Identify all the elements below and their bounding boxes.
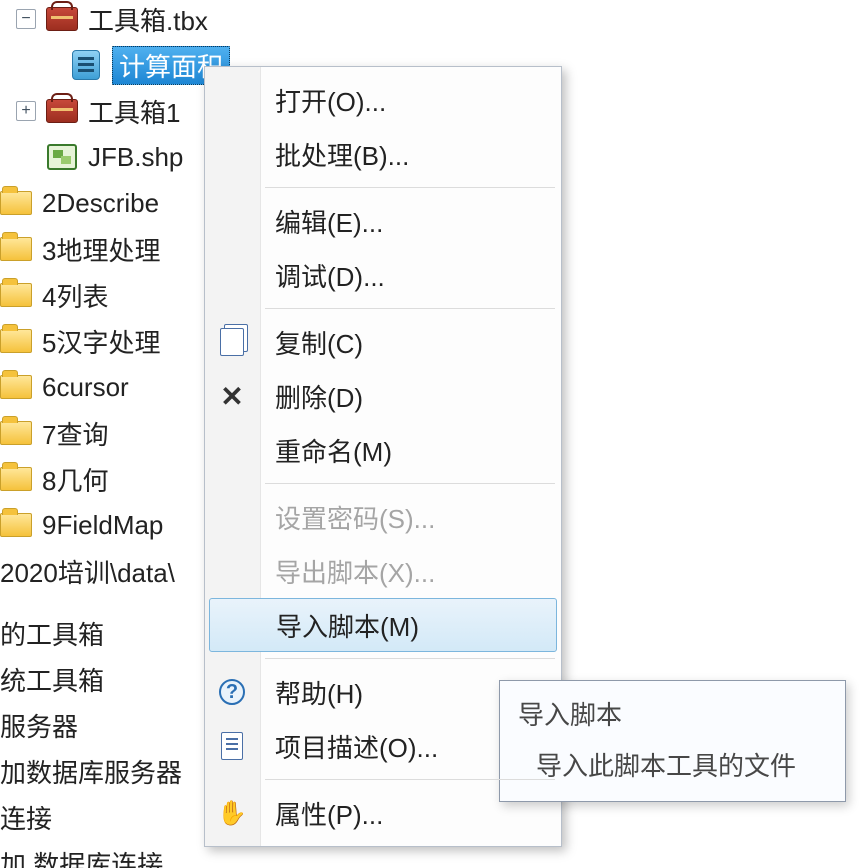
tree-label: 服务器: [0, 707, 78, 744]
menu-separator: [265, 187, 555, 188]
toolbox-icon: [46, 97, 78, 125]
menu-item-set-password: 设置密码(S)...: [205, 490, 561, 544]
copy-icon: [217, 327, 247, 357]
expander-minus-icon[interactable]: −: [16, 9, 36, 29]
menu-label: 属性(P)...: [275, 795, 383, 832]
tree-label: 8几何: [42, 461, 108, 498]
tree-label: 2Describe: [42, 188, 159, 219]
folder-icon: [0, 419, 32, 447]
menu-label: 导入脚本(M): [276, 607, 419, 644]
folder-icon: [0, 511, 32, 539]
menu-label: 打开(O)...: [275, 82, 386, 119]
menu-label: 项目描述(O)...: [275, 728, 438, 765]
menu-label: 重命名(M): [275, 432, 392, 469]
menu-label: 删除(D): [275, 378, 363, 415]
expander-plus-icon[interactable]: +: [16, 101, 36, 121]
tree-label: 3地理处理: [42, 231, 160, 268]
tree-label: 工具箱1: [88, 93, 180, 130]
tree-row-toolbox-root[interactable]: − 工具箱.tbx: [0, 0, 862, 42]
toolbox-icon: [46, 5, 78, 33]
folder-icon: [0, 327, 32, 355]
menu-item-batch[interactable]: 批处理(B)...: [205, 127, 561, 181]
menu-item-copy[interactable]: 复制(C): [205, 315, 561, 369]
properties-icon: ✋: [217, 798, 247, 828]
menu-label: 编辑(E)...: [275, 203, 383, 240]
menu-separator: [265, 308, 555, 309]
tree-label: 的工具箱: [0, 615, 104, 652]
folder-icon: [0, 189, 32, 217]
tree-label: JFB.shp: [88, 142, 183, 173]
menu-label: 设置密码(S)...: [275, 499, 435, 536]
tree-label: 统工具箱: [0, 661, 104, 698]
help-icon: ?: [217, 677, 247, 707]
spacer: [16, 147, 36, 167]
menu-item-rename[interactable]: 重命名(M): [205, 423, 561, 477]
tree-label: 6cursor: [42, 372, 129, 403]
tooltip-title: 导入脚本: [518, 695, 827, 732]
folder-icon: [0, 281, 32, 309]
menu-item-delete[interactable]: ✕ 删除(D): [205, 369, 561, 423]
tree-label: 4列表: [42, 277, 108, 314]
menu-label: 导出脚本(X)...: [275, 553, 435, 590]
menu-label: 调试(D)...: [275, 257, 385, 294]
tree-label: 加 数据库连接: [0, 845, 163, 868]
menu-separator: [265, 483, 555, 484]
tree-label: 加数据库服务器: [0, 753, 182, 790]
script-icon: [70, 51, 102, 79]
tree-label: 7查询: [42, 415, 108, 452]
tree-label: 9FieldMap: [42, 510, 163, 541]
menu-separator: [265, 658, 555, 659]
menu-item-open[interactable]: 打开(O)...: [205, 73, 561, 127]
shapefile-icon: [46, 143, 78, 171]
menu-item-import-script[interactable]: 导入脚本(M): [209, 598, 557, 652]
menu-item-edit[interactable]: 编辑(E)...: [205, 194, 561, 248]
tree-label: 工具箱.tbx: [88, 1, 208, 38]
menu-separator: [265, 779, 555, 780]
menu-label: 批处理(B)...: [275, 136, 409, 173]
tree-label: 连接: [0, 799, 52, 836]
menu-label: 复制(C): [275, 324, 363, 361]
tooltip: 导入脚本 导入此脚本工具的文件: [499, 680, 846, 802]
menu-label: 帮助(H): [275, 674, 363, 711]
tree-label: 2020培训\data\: [0, 553, 175, 590]
folder-icon: [0, 373, 32, 401]
tree-label: 5汉字处理: [42, 323, 160, 360]
folder-icon: [0, 235, 32, 263]
menu-item-debug[interactable]: 调试(D)...: [205, 248, 561, 302]
folder-icon: [0, 465, 32, 493]
tooltip-body: 导入此脚本工具的文件: [518, 746, 827, 783]
delete-icon: ✕: [217, 381, 247, 411]
document-icon: [217, 731, 247, 761]
menu-item-export-script: 导出脚本(X)...: [205, 544, 561, 598]
